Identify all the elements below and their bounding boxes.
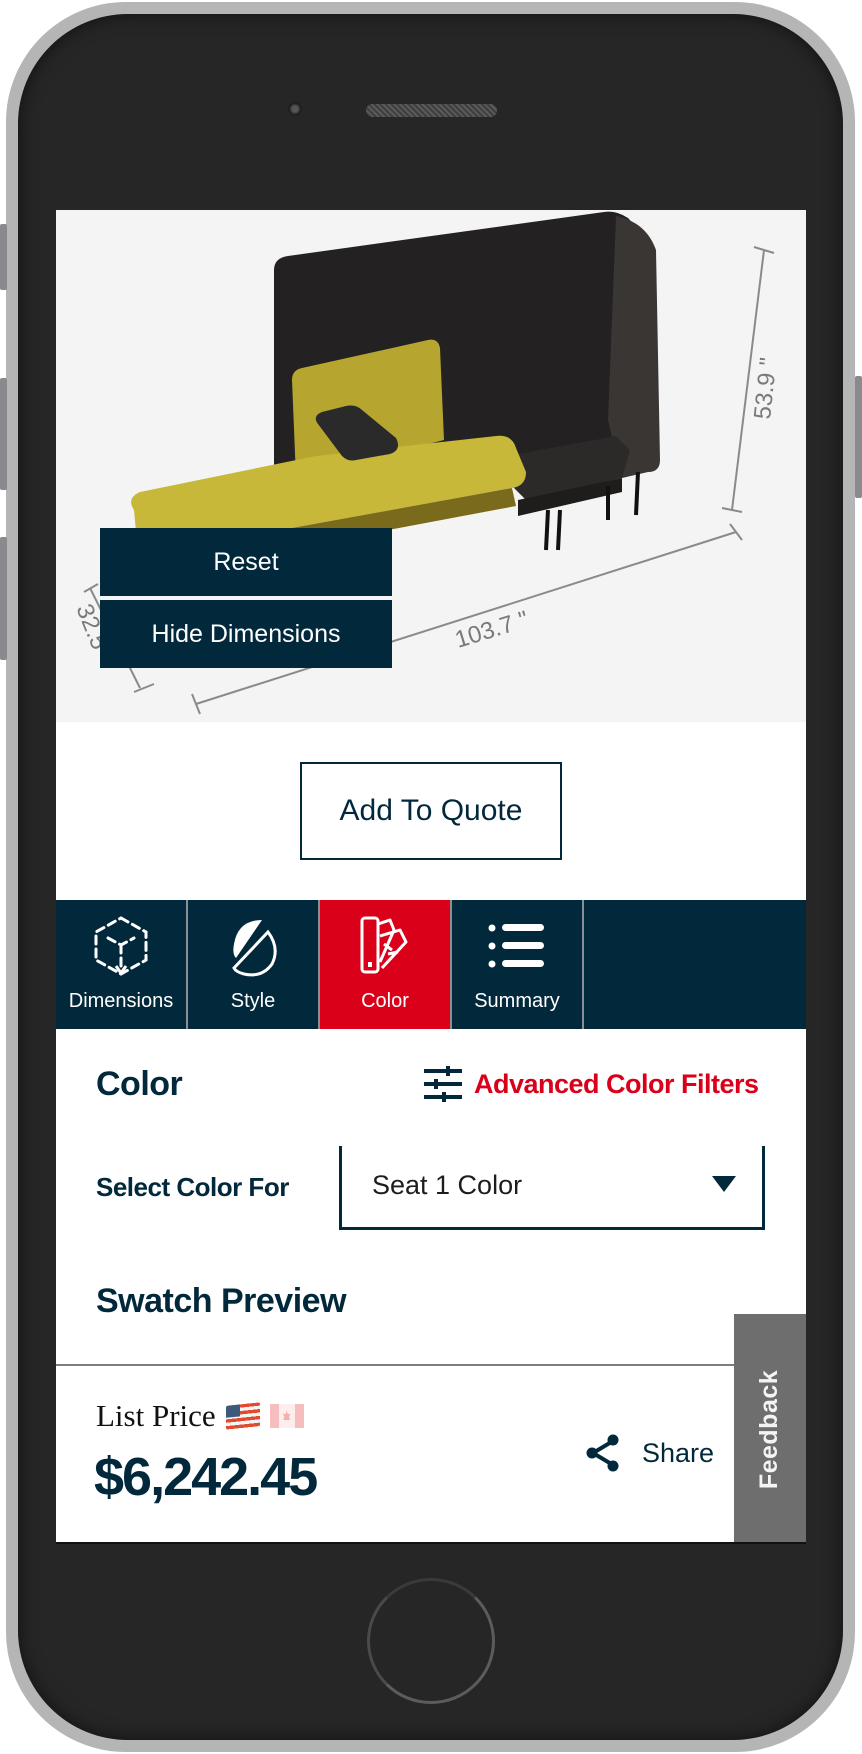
advanced-color-filters-label: Advanced Color Filters xyxy=(474,1068,759,1099)
tab-label: Color xyxy=(361,990,409,1012)
list-price-row: List Price xyxy=(96,1398,304,1434)
color-swatch-fan-icon xyxy=(360,916,408,974)
add-to-quote-button[interactable]: Add To Quote xyxy=(300,762,562,860)
app-screen: 103.7 " 53.9 " 32.5 Reset Hide Dimension… xyxy=(56,210,806,1544)
color-target-selected-value: Seat 1 Color xyxy=(372,1170,523,1200)
tab-label: Style xyxy=(230,990,276,1012)
advanced-color-filters-link[interactable]: Advanced Color Filters xyxy=(424,1066,759,1102)
volume-down-button xyxy=(0,537,7,660)
share-icon xyxy=(586,1434,619,1472)
canada-flag-icon[interactable] xyxy=(269,1404,304,1428)
configurator-tab-bar: Dimensions Style Color Summary xyxy=(56,900,806,1029)
share-button[interactable]: Share xyxy=(586,1434,714,1472)
list-icon xyxy=(488,924,544,968)
footer-divider xyxy=(56,1364,734,1366)
filter-sliders-icon xyxy=(424,1066,462,1102)
feedback-tab[interactable]: Feedback xyxy=(734,1314,806,1542)
tab-color[interactable]: Color xyxy=(320,900,452,1029)
front-camera xyxy=(288,102,302,116)
color-section-title: Color xyxy=(96,1065,183,1103)
earpiece-speaker xyxy=(366,104,497,117)
list-price-value: $6,242.45 xyxy=(94,1447,318,1507)
tab-summary[interactable]: Summary xyxy=(452,900,584,1029)
tab-dimensions[interactable]: Dimensions xyxy=(56,900,188,1029)
tab-style[interactable]: Style xyxy=(188,900,320,1029)
tab-label: Summary xyxy=(474,990,560,1012)
product-3d-viewer[interactable]: 103.7 " 53.9 " 32.5 Reset Hide Dimension… xyxy=(56,210,806,722)
swatch-preview-title: Swatch Preview xyxy=(96,1282,347,1320)
list-price-label: List Price xyxy=(96,1398,216,1433)
height-dimension-label: 53.9 " xyxy=(749,356,782,420)
feedback-label: Feedback xyxy=(755,1369,784,1489)
reset-view-button[interactable]: Reset xyxy=(100,528,392,596)
mute-switch xyxy=(0,224,7,290)
us-flag-icon[interactable] xyxy=(225,1402,260,1430)
share-label: Share xyxy=(642,1437,715,1468)
hide-dimensions-button[interactable]: Hide Dimensions xyxy=(100,600,392,668)
select-color-for-label: Select Color For xyxy=(96,1172,289,1202)
style-shape-icon xyxy=(232,920,277,977)
dropdown-arrow-icon xyxy=(712,1176,736,1192)
color-target-select[interactable]: Seat 1 Color xyxy=(339,1146,765,1230)
width-dimension-label: 103.7 " xyxy=(452,606,532,654)
cube-dimensions-icon xyxy=(94,916,148,976)
tab-label: Dimensions xyxy=(68,990,174,1012)
power-button xyxy=(855,376,862,498)
home-button xyxy=(367,1578,495,1704)
volume-up-button xyxy=(0,378,7,490)
